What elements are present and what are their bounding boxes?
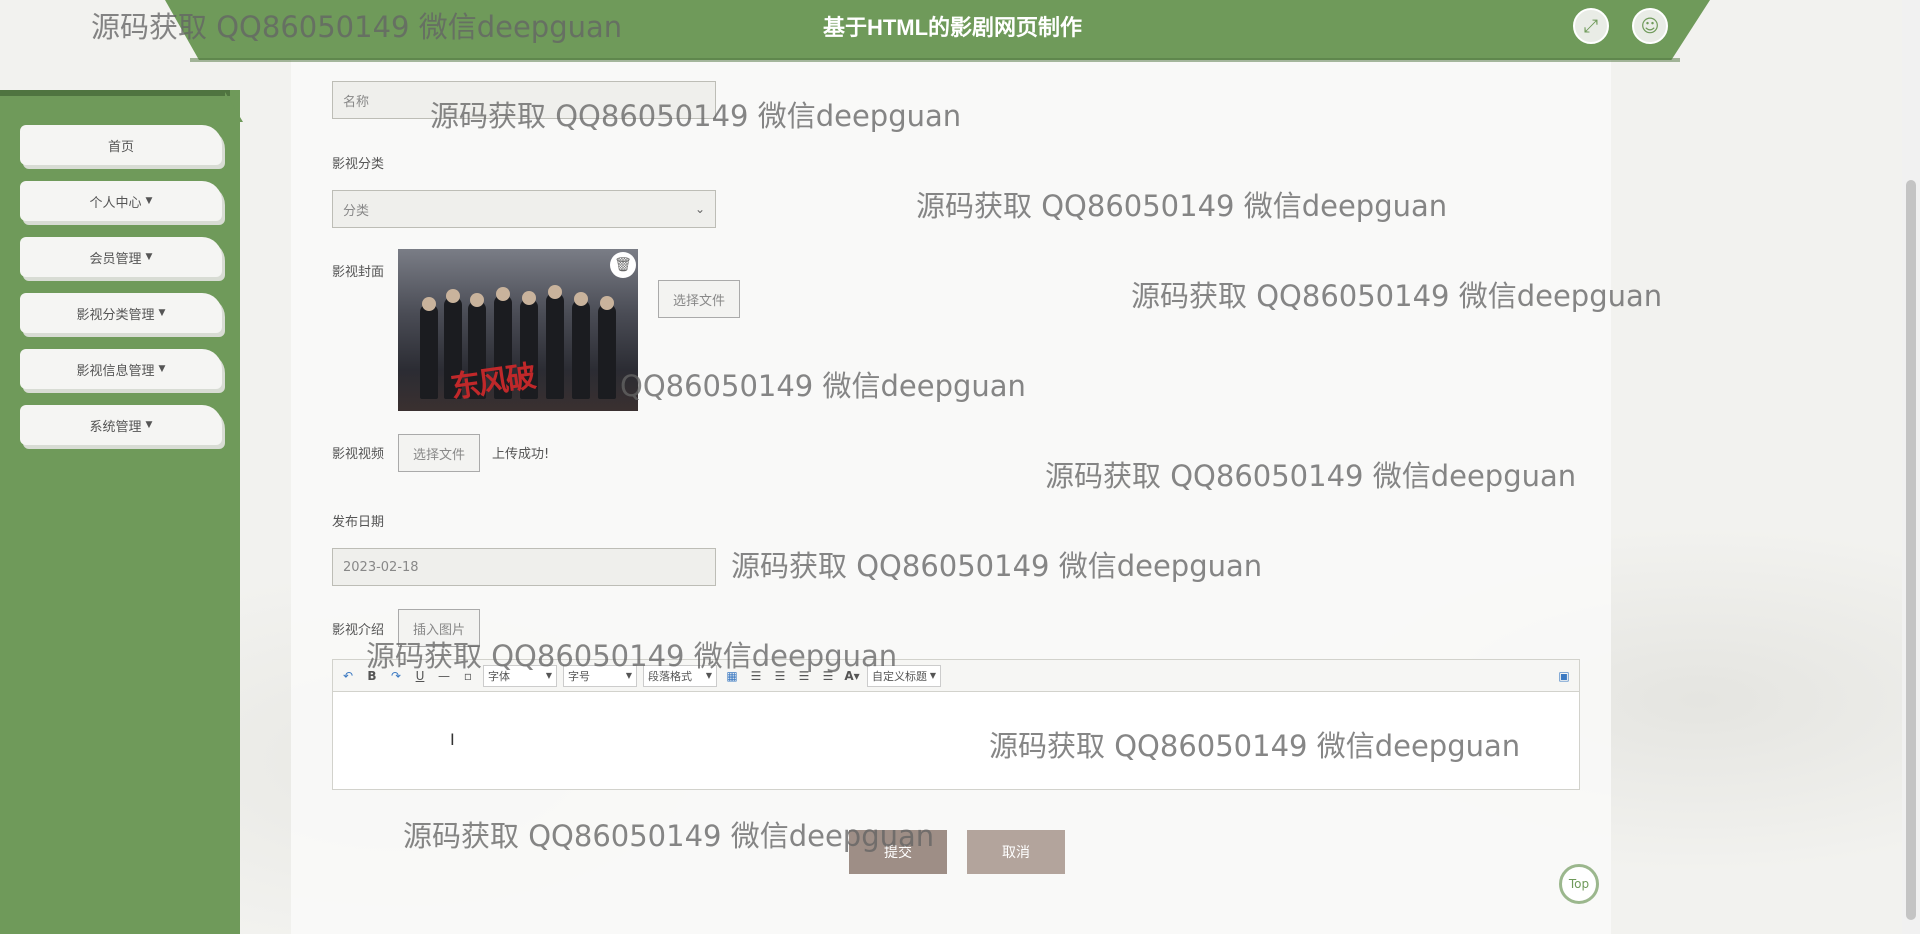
sidebar-item-system-management[interactable]: 系统管理 ▼ bbox=[20, 405, 222, 445]
paragraph-format-select[interactable]: 段落格式 ▼ bbox=[643, 664, 717, 687]
intro-label: 影视介绍 bbox=[332, 623, 385, 638]
font-family-value: 字体 bbox=[488, 669, 510, 683]
bold-icon[interactable]: B bbox=[363, 669, 381, 683]
cover-image: 东风破 bbox=[398, 249, 638, 411]
editor-toolbar: ↶ B ↷ U — ▫ 字体 ▼ 字号 ▼ 段落格式 ▼ ▦ ☰ ☰ ☰ ☰ A▾ 自… bbox=[332, 659, 1580, 691]
user-icon: ☺ bbox=[1640, 15, 1660, 37]
expand-icon: ⤢ bbox=[1583, 15, 1599, 37]
submit-button[interactable]: 提交 bbox=[849, 830, 947, 874]
undo-icon[interactable]: ↶ bbox=[339, 669, 357, 683]
redo-icon[interactable]: ↷ bbox=[387, 669, 405, 683]
sidebar-top-strip bbox=[0, 90, 230, 96]
intro-editor[interactable]: I bbox=[332, 691, 1580, 790]
caret-down-icon: ▼ bbox=[158, 364, 166, 374]
font-size-value: 字号 bbox=[568, 669, 590, 683]
caret-down-icon: ▼ bbox=[705, 671, 712, 680]
sidebar-item-label: 系统管理 bbox=[89, 419, 142, 435]
table-icon[interactable]: ▦ bbox=[723, 669, 741, 683]
caret-down-icon: ▼ bbox=[145, 252, 153, 262]
video-upload-status: 上传成功! bbox=[492, 447, 550, 462]
category-label: 影视分类 bbox=[332, 157, 385, 172]
sidebar-item-label: 会员管理 bbox=[89, 251, 142, 267]
name-input[interactable]: 名称 bbox=[332, 81, 716, 119]
horizontal-rule-icon[interactable]: — bbox=[435, 669, 453, 683]
sidebar-item-label: 影视分类管理 bbox=[76, 307, 155, 323]
paragraph-format-value: 段落格式 bbox=[648, 669, 692, 683]
caret-down-icon: ▼ bbox=[145, 420, 153, 430]
video-label: 影视视频 bbox=[332, 447, 385, 462]
custom-title-select[interactable]: 自定义标题 ▼ bbox=[867, 664, 941, 687]
sidebar-item-label: 影视信息管理 bbox=[76, 363, 155, 379]
cover-choose-file-button[interactable]: 选择文件 bbox=[658, 280, 740, 318]
back-to-top-button[interactable]: Top bbox=[1559, 864, 1599, 904]
category-selected-value: 分类 bbox=[343, 203, 370, 219]
font-color-icon[interactable]: A▾ bbox=[843, 669, 861, 683]
trash-icon: 🗑 bbox=[614, 257, 632, 273]
user-button[interactable]: ☺ bbox=[1632, 8, 1668, 44]
caret-down-icon: ▼ bbox=[145, 196, 153, 206]
sidebar-item-label: 首页 bbox=[107, 139, 134, 155]
caret-down-icon: ▼ bbox=[625, 671, 632, 680]
font-family-select[interactable]: 字体 ▼ bbox=[483, 664, 557, 687]
page-title: 基于HTML的影剧网页制作 bbox=[822, 15, 1083, 40]
chevron-down-icon: ⌄ bbox=[694, 202, 705, 216]
category-select[interactable]: 分类 ⌄ bbox=[332, 190, 716, 228]
insert-image-button[interactable]: 插入图片 bbox=[398, 609, 480, 647]
name-placeholder: 名称 bbox=[343, 94, 370, 110]
sidebar-item-personal-center[interactable]: 个人中心 ▼ bbox=[20, 181, 222, 221]
cancel-button[interactable]: 取消 bbox=[967, 830, 1065, 874]
date-value: 2023-02-18 bbox=[343, 559, 419, 575]
cover-label: 影视封面 bbox=[332, 265, 385, 280]
align-right-icon[interactable]: ☰ bbox=[771, 669, 789, 683]
caret-down-icon: ▼ bbox=[158, 308, 166, 318]
fullscreen-button[interactable]: ⤢ bbox=[1573, 8, 1609, 44]
caret-down-icon: ▼ bbox=[545, 671, 552, 680]
align-left-icon[interactable]: ☰ bbox=[747, 669, 765, 683]
sidebar-item-member-management[interactable]: 会员管理 ▼ bbox=[20, 237, 222, 277]
sidebar-item-info-management[interactable]: 影视信息管理 ▼ bbox=[20, 349, 222, 389]
sidebar-item-home[interactable]: 首页 bbox=[20, 125, 222, 165]
clear-format-icon[interactable]: ▫ bbox=[459, 669, 477, 683]
align-justify-icon[interactable]: ☰ bbox=[819, 669, 837, 683]
video-choose-file-button[interactable]: 选择文件 bbox=[398, 434, 480, 472]
caret-down-icon: ▼ bbox=[929, 671, 936, 680]
underline-icon[interactable]: U bbox=[411, 669, 429, 683]
date-input[interactable]: 2023-02-18 bbox=[332, 548, 716, 586]
font-size-select[interactable]: 字号 ▼ bbox=[563, 664, 637, 687]
align-center-icon[interactable]: ☰ bbox=[795, 669, 813, 683]
header-shadow bbox=[190, 58, 1680, 62]
sidebar-item-category-management[interactable]: 影视分类管理 ▼ bbox=[20, 293, 222, 333]
fullscreen-editor-icon[interactable]: ▣ bbox=[1555, 669, 1573, 683]
sidebar-item-label: 个人中心 bbox=[89, 195, 142, 211]
delete-cover-button[interactable]: 🗑 bbox=[610, 252, 636, 278]
custom-title-value: 自定义标题 bbox=[872, 669, 927, 683]
text-cursor-icon: I bbox=[450, 730, 455, 749]
date-label: 发布日期 bbox=[332, 515, 385, 530]
scrollbar-thumb[interactable] bbox=[1906, 180, 1916, 920]
